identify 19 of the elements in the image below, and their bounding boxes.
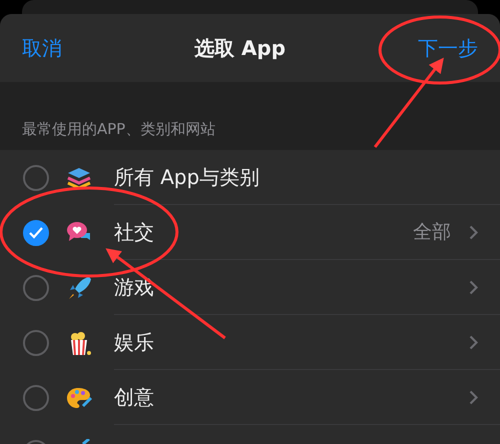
chevron-right-icon[interactable] [469, 280, 478, 294]
select-checkbox[interactable] [23, 274, 49, 300]
chevron-right-icon[interactable] [469, 334, 478, 350]
select-checkbox[interactable] [23, 220, 49, 246]
category-label[interactable]: 创意 [114, 382, 154, 412]
category-label[interactable]: 娱乐 [114, 327, 154, 357]
next-button[interactable]: 下一步 [418, 33, 478, 63]
selection-detail: 全部 [413, 220, 451, 245]
select-checkbox[interactable] [23, 384, 49, 410]
select-checkbox[interactable] [23, 330, 49, 356]
chevron-right-icon[interactable] [469, 224, 478, 240]
section-header: 最常使用的APP、类别和网站 [22, 118, 216, 140]
select-checkbox[interactable] [23, 164, 49, 190]
category-label[interactable]: 所有 App与类别 [114, 162, 260, 192]
cancel-button[interactable]: 取消 [22, 33, 62, 63]
title: 选取 App [194, 35, 286, 62]
category-label[interactable]: 社交 [114, 217, 154, 247]
checkmark-icon [29, 226, 43, 238]
chevron-right-icon[interactable] [469, 390, 478, 404]
